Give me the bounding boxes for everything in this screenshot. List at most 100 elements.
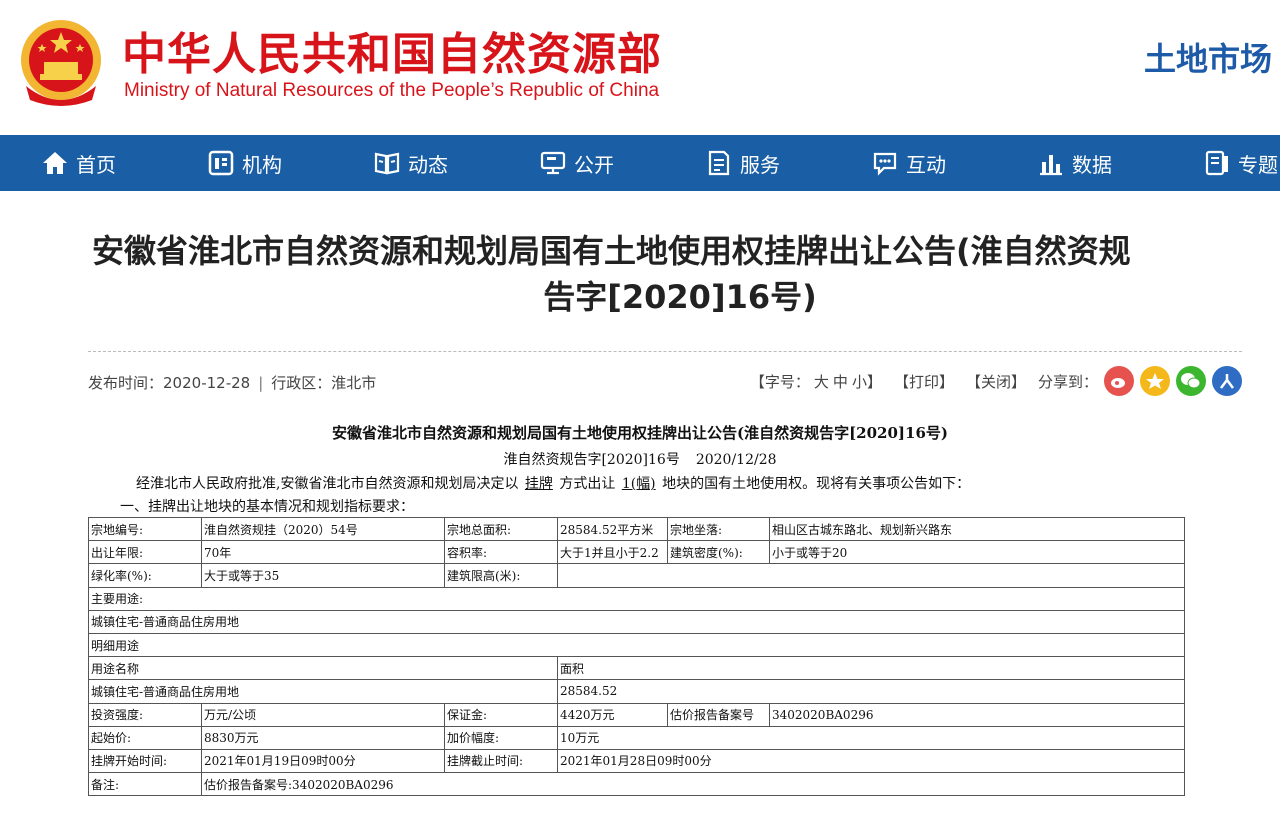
nav-item-label: 互动 bbox=[906, 152, 946, 177]
nav-item-home[interactable]: 首页 bbox=[42, 135, 116, 191]
table-row: 宗地编号: 淮自然资规挂（2020）54号 宗地总面积: 28584.52平方米… bbox=[88, 516, 1185, 542]
table-cell: 10万元 bbox=[557, 725, 1185, 750]
home-icon bbox=[43, 152, 67, 174]
plot-info-table: 宗地编号: 淮自然资规挂（2020）54号 宗地总面积: 28584.52平方米… bbox=[88, 516, 1185, 797]
table-cell: 70年 bbox=[201, 540, 445, 565]
table-cell: 宗地编号: bbox=[88, 516, 202, 542]
table-cell: 保证金: bbox=[444, 702, 558, 727]
table-cell: 淮自然资规挂（2020）54号 bbox=[201, 516, 445, 542]
table-cell: 估价报告备案号:3402020BA0296 bbox=[201, 772, 1185, 797]
table-row: 城镇住宅-普通商品住房用地 28584.52 bbox=[88, 679, 1185, 704]
nav-item-label: 动态 bbox=[408, 152, 448, 177]
site-header: 中华人民共和国自然资源部 Ministry of Natural Resourc… bbox=[0, 0, 1280, 135]
table-cell: 3402020BA0296 bbox=[769, 702, 1185, 727]
topic-icon bbox=[1205, 150, 1228, 176]
font-size-medium-button[interactable]: 中 bbox=[833, 371, 848, 392]
nav-item-label: 机构 bbox=[242, 152, 282, 177]
table-cell: 挂牌截止时间: bbox=[444, 748, 558, 774]
intro-text: 经淮北市人民政府批准,安徽省淮北市自然资源和规划局决定以 bbox=[136, 476, 519, 492]
nav-item-label: 首页 bbox=[76, 152, 116, 177]
nav-item-news[interactable]: 动态 bbox=[374, 135, 448, 191]
nav-item-organization[interactable]: 机构 bbox=[208, 135, 282, 191]
article-meta: 发布时间：2020-12-28 | 行政区：淮北市 bbox=[88, 374, 377, 392]
table-row: 备注: 估价报告备案号:3402020BA0296 bbox=[88, 772, 1185, 797]
font-size-label: 【字号： bbox=[749, 372, 810, 391]
chat-icon bbox=[873, 152, 897, 176]
wechat-icon[interactable] bbox=[1176, 366, 1206, 396]
doc-intro: 经淮北市人民政府批准,安徽省淮北市自然资源和规划局决定以 挂牌 方式出让 1(幅… bbox=[136, 473, 970, 493]
table-cell: 主要用途: bbox=[88, 586, 1185, 611]
share-label: 分享到： bbox=[1037, 372, 1098, 391]
main-nav: 首页 机构 动态 公开 服务 互动 数据 专题 bbox=[0, 135, 1280, 191]
table-cell: 4420万元 bbox=[557, 702, 668, 727]
table-row: 出让年限: 70年 容积率: 大于1并且小于2.2 建筑密度(%): 小于或等于… bbox=[88, 540, 1185, 565]
section-name[interactable]: 土地市场 bbox=[1144, 34, 1272, 80]
table-cell: 城镇住宅-普通商品住房用地 bbox=[88, 679, 558, 704]
nav-item-service[interactable]: 服务 bbox=[706, 135, 780, 191]
region: 淮北市 bbox=[331, 374, 377, 392]
table-cell: 28584.52 bbox=[557, 679, 1185, 704]
nav-item-disclosure[interactable]: 公开 bbox=[540, 135, 614, 191]
table-cell: 容积率: bbox=[444, 540, 558, 565]
table-row: 挂牌开始时间: 2021年01月19日09时00分 挂牌截止时间: 2021年0… bbox=[88, 748, 1185, 774]
table-cell: 宗地总面积: bbox=[444, 516, 558, 542]
table-cell: 备注: bbox=[88, 772, 202, 797]
intro-method: 挂牌 bbox=[524, 476, 553, 492]
chart-icon bbox=[1040, 155, 1062, 176]
article-title-line1: 安徽省淮北市自然资源和规划局国有土地使用权挂牌出让公告(淮自然资规 bbox=[92, 232, 1131, 270]
nav-item-label: 数据 bbox=[1072, 152, 1112, 177]
close-button[interactable]: 【关闭】 bbox=[966, 371, 1026, 392]
table-row: 投资强度: 万元/公顷 保证金: 4420万元 估价报告备案号 3402020B… bbox=[88, 702, 1185, 727]
table-cell: 出让年限: bbox=[88, 540, 202, 565]
intro-text: 方式出让 bbox=[559, 476, 616, 492]
nav-item-data[interactable]: 数据 bbox=[1038, 135, 1112, 191]
nav-item-topic[interactable]: 专题 bbox=[1204, 135, 1278, 191]
publish-date: 2020-12-28 bbox=[163, 374, 251, 392]
section-heading: 一、挂牌出让地块的基本情况和规划指标要求： bbox=[120, 499, 414, 515]
table-cell: 面积 bbox=[557, 656, 1185, 681]
table-row: 起始价: 8830万元 加价幅度: 10万元 bbox=[88, 725, 1185, 750]
weibo-icon[interactable] bbox=[1104, 366, 1134, 396]
table-cell: 大于1并且小于2.2 bbox=[557, 540, 668, 565]
table-cell: 估价报告备案号 bbox=[667, 702, 770, 727]
table-cell: 建筑限高(米): bbox=[444, 563, 558, 588]
intro-text: 地块的国有土地使用权。现将有关事项公告如下： bbox=[662, 476, 971, 492]
font-size-small-button[interactable]: 小】 bbox=[852, 371, 882, 392]
renren-icon[interactable] bbox=[1212, 366, 1242, 396]
article-tools: 【字号： 大 中 小】 【打印】 【关闭】 分享到： bbox=[750, 366, 1242, 396]
table-cell: 2021年01月19日09时00分 bbox=[201, 748, 445, 774]
table-row: 用途名称 面积 bbox=[88, 656, 1185, 681]
nav-item-label: 公开 bbox=[574, 152, 614, 177]
table-cell: 挂牌开始时间: bbox=[88, 748, 202, 774]
table-cell: 明细用途 bbox=[88, 632, 1185, 658]
doc-title: 安徽省淮北市自然资源和规划局国有土地使用权挂牌出让公告(淮自然资规告字[2020… bbox=[331, 424, 948, 442]
table-cell: 大于或等于35 bbox=[201, 563, 445, 588]
table-cell: 用途名称 bbox=[88, 656, 558, 681]
national-emblem-icon bbox=[21, 20, 101, 106]
table-cell: 投资强度: bbox=[88, 702, 202, 727]
region-label: 行政区： bbox=[271, 374, 332, 392]
print-button[interactable]: 【打印】 bbox=[894, 371, 954, 392]
table-cell: 相山区古城东路北、规划新兴路东 bbox=[769, 516, 1185, 542]
intro-count: 1(幅) bbox=[621, 476, 656, 492]
nav-item-label: 专题 bbox=[1238, 152, 1278, 177]
qzone-icon[interactable] bbox=[1140, 366, 1170, 396]
doc-date: 2020/12/28 bbox=[695, 452, 777, 468]
font-size-large-button[interactable]: 大 bbox=[814, 371, 829, 392]
table-cell: 宗地坐落: bbox=[667, 516, 770, 542]
table-row: 绿化率(%): 大于或等于35 建筑限高(米): bbox=[88, 563, 1185, 588]
table-cell: 加价幅度: bbox=[444, 725, 558, 750]
site-name-cn: 中华人民共和国自然资源部 bbox=[122, 29, 662, 80]
article-title-line2: 告字[2020]16号) bbox=[543, 278, 817, 316]
table-row: 明细用途 bbox=[88, 632, 1185, 658]
service-icon bbox=[708, 150, 730, 176]
site-name-en: Ministry of Natural Resources of the Peo… bbox=[124, 80, 660, 101]
news-icon bbox=[374, 152, 400, 175]
article-title: 安徽省淮北市自然资源和规划局国有土地使用权挂牌出让公告(淮自然资规 告字[202… bbox=[60, 228, 1280, 320]
disclosure-icon bbox=[540, 151, 566, 175]
table-cell: 绿化率(%): bbox=[88, 563, 202, 588]
nav-item-interaction[interactable]: 互动 bbox=[872, 135, 946, 191]
table-cell: 城镇住宅-普通商品住房用地 bbox=[88, 609, 1185, 634]
doc-number: 淮自然资规告字[2020]16号 bbox=[503, 452, 680, 468]
table-cell: 起始价: bbox=[88, 725, 202, 750]
